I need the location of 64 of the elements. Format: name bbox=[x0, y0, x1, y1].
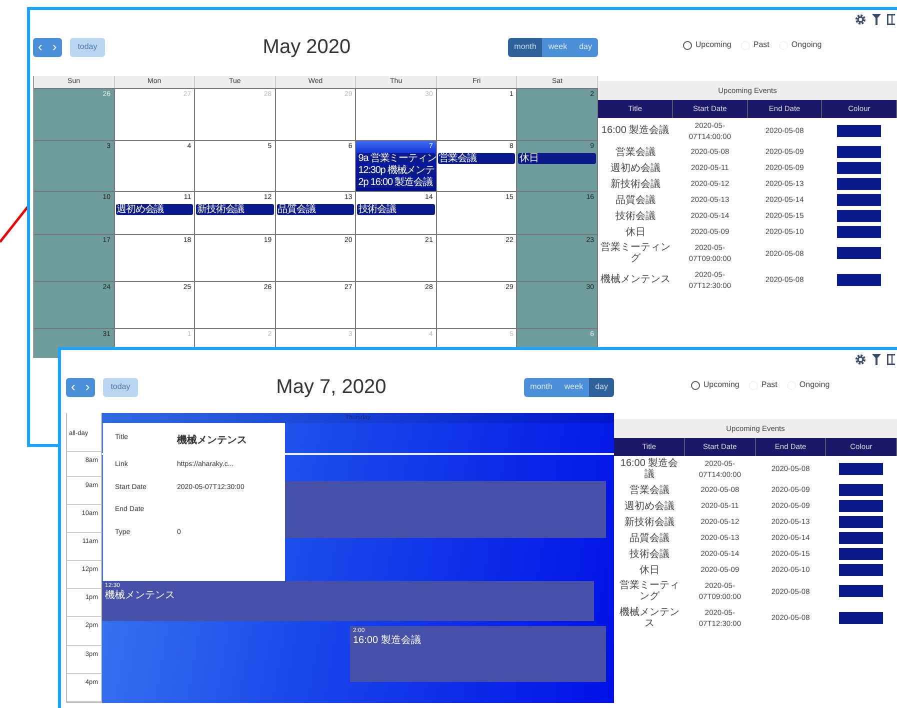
table-cell-text: 新技術会議 bbox=[623, 516, 676, 530]
event-chip[interactable]: 9a 営業ミーティン bbox=[357, 153, 435, 164]
filter-radio[interactable]: Past bbox=[749, 379, 778, 391]
table-cell-text: 営業ミーティング bbox=[599, 240, 672, 266]
colour-swatch bbox=[837, 162, 882, 174]
colour-swatch bbox=[839, 500, 884, 512]
colour-swatch bbox=[839, 532, 884, 544]
event-chip[interactable]: 品質会議 bbox=[276, 204, 354, 215]
filter-radio[interactable]: Upcoming bbox=[683, 39, 732, 51]
colour-swatch bbox=[839, 564, 884, 576]
colour-swatch bbox=[837, 274, 882, 286]
colour-swatch bbox=[837, 124, 882, 137]
field-value: 機械メンテンス bbox=[177, 434, 248, 448]
filter-icon[interactable] bbox=[872, 14, 881, 25]
colour-swatch bbox=[839, 548, 884, 560]
event-chip[interactable]: 技術会議 bbox=[357, 204, 435, 215]
colour-swatch bbox=[839, 484, 884, 496]
event-chip[interactable]: 営業会議 bbox=[438, 153, 516, 164]
colour-swatch bbox=[837, 226, 882, 238]
calendar-title: May 2020 bbox=[262, 35, 352, 60]
colour-swatch bbox=[839, 462, 884, 475]
table-cell-text: 営業ミーティング bbox=[618, 578, 680, 604]
table-cell-text: 週初め会議 bbox=[609, 162, 662, 176]
event-chip[interactable]: 2p 16:00 製造会議 bbox=[357, 177, 435, 188]
table-cell-text: 休日 bbox=[638, 564, 660, 578]
filter-radio[interactable]: Past bbox=[741, 39, 770, 51]
table-cell-text: 営業会議 bbox=[628, 484, 670, 498]
event-chip[interactable]: 12:30p 機械メンテ bbox=[357, 165, 435, 176]
settings-icon[interactable] bbox=[855, 354, 866, 365]
colour-swatch bbox=[839, 516, 884, 528]
settings-icon[interactable] bbox=[855, 14, 866, 25]
colour-swatch bbox=[839, 612, 884, 624]
columns-icon[interactable] bbox=[887, 14, 895, 25]
table-cell-text: 技術会議 bbox=[628, 548, 670, 562]
colour-swatch bbox=[837, 247, 882, 260]
view-button[interactable]: day bbox=[589, 378, 614, 396]
colour-swatch bbox=[837, 194, 882, 206]
table-cell-text: 品質会議 bbox=[628, 532, 670, 546]
table-cell-text: 機械メンテンス bbox=[618, 606, 680, 631]
table-cell: 16:00 製造会議 bbox=[614, 456, 685, 482]
event-chip[interactable]: 休日 bbox=[518, 153, 596, 164]
table-cell: 16:00 製造会議 bbox=[598, 118, 673, 144]
table-cell-text: 休日 bbox=[624, 226, 646, 240]
table-cell-text: 週初め会議 bbox=[623, 500, 676, 514]
table-cell-text: 機械メンテンス bbox=[599, 272, 672, 288]
calendar-title: May 7, 2020 bbox=[275, 375, 388, 400]
filter-radio[interactable]: Ongoing bbox=[787, 379, 830, 391]
filter-radio[interactable]: Ongoing bbox=[779, 39, 822, 51]
colour-swatch bbox=[837, 178, 882, 190]
filter-radio[interactable]: Upcoming bbox=[691, 379, 740, 391]
table-cell-text: 技術会議 bbox=[614, 210, 656, 224]
table-cell-text: 営業会議 bbox=[614, 146, 656, 160]
table-cell-text: 品質会議 bbox=[614, 194, 656, 208]
colour-swatch bbox=[839, 585, 884, 598]
event-chip[interactable]: 新技術会議 bbox=[196, 204, 274, 215]
view-button[interactable]: month bbox=[508, 38, 542, 56]
colour-swatch bbox=[837, 210, 882, 222]
columns-icon[interactable] bbox=[887, 354, 895, 365]
event-title: 16:00 製造会議 bbox=[353, 635, 422, 646]
filter-icon[interactable] bbox=[872, 354, 881, 365]
event-title: 機械メンテンス bbox=[105, 590, 176, 601]
event-chip[interactable]: 週初め会議 bbox=[116, 204, 194, 215]
table-cell-text: 新技術会議 bbox=[609, 178, 662, 192]
colour-swatch bbox=[837, 146, 882, 158]
